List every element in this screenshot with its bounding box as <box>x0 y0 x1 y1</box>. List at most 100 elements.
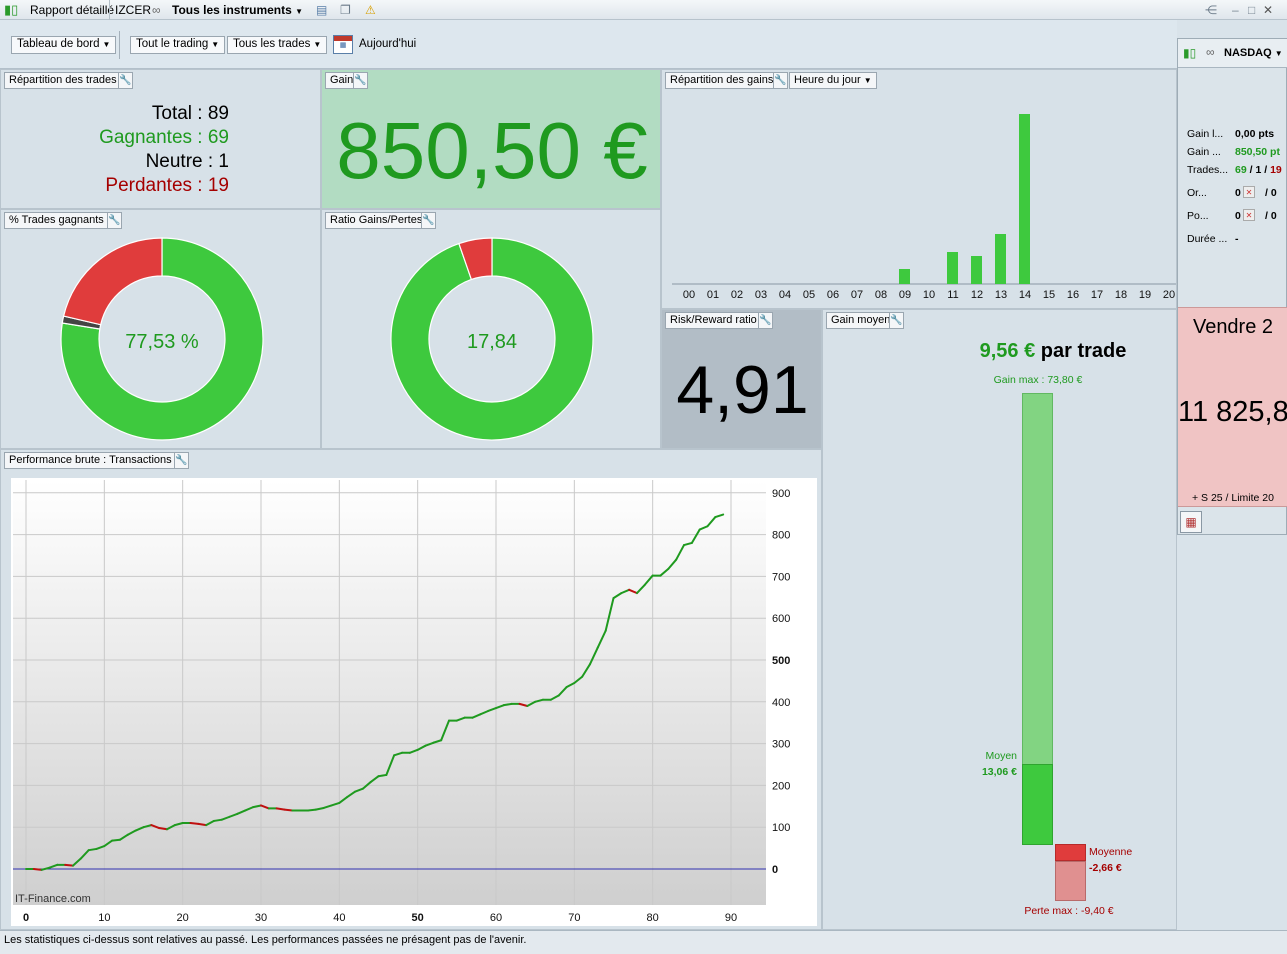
hour-tick-label: 20 <box>1163 289 1175 301</box>
stat-row: Or... 0 ✕ / 0 <box>1187 186 1287 210</box>
equity-segment <box>283 808 294 812</box>
x-tick-label: 60 <box>490 912 502 924</box>
performance-chart: 0 10 20 30 40 50 60 70 80 90010020030040050060070… <box>11 478 817 926</box>
grid-icon[interactable]: ▦ <box>1180 511 1202 533</box>
chart-icon[interactable]: ▤ <box>316 3 327 17</box>
equity-segment <box>213 818 223 822</box>
neutral-trades: Neutre : 1 <box>145 151 229 172</box>
sell-title: Vendre 2 <box>1192 316 1274 338</box>
equity-segment <box>87 847 98 852</box>
x-tick-label: 40 <box>333 912 345 924</box>
x-tick-label: 80 <box>647 912 659 924</box>
dashboard-dropdown[interactable]: Tableau de bord ▼ <box>11 36 117 54</box>
watermark: IT-Finance.com <box>15 893 91 905</box>
y-tick-label: 0 <box>772 864 778 876</box>
hour-bar-14 <box>1019 114 1030 284</box>
average-gain-panel: Gain moyen 🔧 9,56 € par trade Gain max :… <box>822 309 1177 930</box>
x-tick-label: 50 <box>412 912 424 924</box>
hour-tick-label: 12 <box>971 289 983 301</box>
equity-segment <box>64 863 74 867</box>
wrench-icon[interactable]: 🔧 <box>353 72 368 89</box>
risk-reward-value: 4,91 <box>676 352 809 428</box>
equity-segment <box>158 827 168 831</box>
link-icon[interactable]: ∞ <box>152 3 161 17</box>
hourly-gains-chart: 00 01 02 03 04 05 06 07 08 09 10 11 12 13 14 15 16 17 18 19… <box>672 114 1176 301</box>
win-rate-donut: 77,53 % <box>60 237 264 441</box>
trades-dropdown[interactable]: Tous les trades ▼ <box>227 36 328 54</box>
performance-panel: Performance brute : Transactions 🔧 0 10 20… <box>0 449 822 930</box>
stat-value: 69 / 1 / 19 <box>1235 164 1282 176</box>
hour-bar-12 <box>971 256 982 284</box>
link-icon[interactable]: ∞ <box>1206 45 1215 59</box>
equity-segment <box>275 807 286 811</box>
equity-segment <box>197 822 208 827</box>
hour-tick-label: 04 <box>779 289 791 301</box>
instrument-side-panel: ▮▯ ∞ NASDAQ ▼ Gain l... 0,00 pts Gain ... 8… <box>1177 38 1287 535</box>
hour-tick-label: 06 <box>827 289 839 301</box>
instrument-stats: Gain l... 0,00 pts Gain ... 850,50 pt Trades… <box>1187 128 1287 256</box>
gain-max-label: Gain max : 73,80 € <box>993 374 1083 386</box>
gain-max-bar <box>1022 393 1053 765</box>
disclaimer-text: Les statistiques ci-dessus sont relative… <box>4 934 527 946</box>
avg-loss-value: -2,66 € <box>1089 862 1122 874</box>
gain-value: 850,50 € <box>336 106 648 195</box>
stat-row: Durée ... - <box>1187 233 1287 256</box>
sell-footer: + S 25 / Limite 20 <box>1191 492 1274 504</box>
today-button[interactable]: Aujourd'hui <box>359 38 416 50</box>
hour-tick-label: 16 <box>1067 289 1079 301</box>
sell-button[interactable]: Vendre 2 11 825,8 + S 25 / Limite 20 <box>1178 307 1287 507</box>
warning-icon[interactable]: ⚠ <box>365 3 376 17</box>
maximize-icon[interactable]: □ <box>1248 3 1255 17</box>
x-tick-label: 70 <box>568 912 580 924</box>
winning-trades: Gagnantes : 69 <box>99 127 229 148</box>
y-tick-label: 700 <box>772 571 790 583</box>
stat-label: Durée ... <box>1187 233 1228 245</box>
stat-value-secondary: / 0 <box>1265 187 1277 199</box>
stat-label: Gain ... <box>1187 146 1221 158</box>
hour-tick-label: 14 <box>1019 289 1031 301</box>
close-icon[interactable]: ✕ <box>1243 186 1255 198</box>
stat-value: 0,00 pts <box>1235 128 1275 140</box>
trades-distribution-panel: Répartition des trades 🔧 Total : 89 Gagn… <box>0 69 321 209</box>
wrench-icon[interactable]: 🔧 <box>118 72 133 89</box>
x-tick-label: 90 <box>725 912 737 924</box>
hour-tick-label: 11 <box>947 289 958 301</box>
instrument-selector[interactable]: NASDAQ ▼ <box>1224 47 1283 59</box>
hour-tick-label: 19 <box>1139 289 1151 301</box>
x-tick-label: 30 <box>255 912 267 924</box>
report-tab[interactable]: Rapport détaillé <box>30 3 114 17</box>
gain-loss-donut: 17,84 <box>390 237 594 441</box>
avg-win-bar <box>1022 764 1053 845</box>
hour-tick-label: 13 <box>995 289 1007 301</box>
share-icon[interactable]: ⋲ <box>1205 3 1217 17</box>
calendar-icon[interactable]: ▦ <box>333 35 353 54</box>
x-tick-label: 0 <box>23 912 29 924</box>
candlestick-icon[interactable]: ▮▯ <box>4 2 18 18</box>
y-tick-label: 800 <box>772 530 790 542</box>
minimize-icon[interactable]: – <box>1232 3 1239 17</box>
panel-title: Risk/Reward ratio <box>665 312 762 329</box>
wrench-icon[interactable]: 🔧 <box>889 312 904 329</box>
donut-slice-losers <box>62 237 163 326</box>
hour-tick-label: 15 <box>1043 289 1055 301</box>
y-tick-label: 500 <box>772 655 790 667</box>
equity-segment <box>189 822 200 825</box>
close-icon[interactable]: ✕ <box>1263 3 1273 17</box>
stat-label: Or... <box>1187 187 1207 199</box>
risk-reward-panel: Risk/Reward ratio 🔧 4,91 <box>661 309 822 449</box>
panel-title: Gain moyen <box>826 312 896 329</box>
candlestick-icon[interactable]: ▮▯ <box>1183 46 1196 60</box>
gain-loss-ratio-panel: Ratio Gains/Pertes 🔧 17,84 <box>321 209 661 449</box>
wrench-icon[interactable]: 🔧 <box>758 312 773 329</box>
hour-tick-label: 03 <box>755 289 767 301</box>
hour-bar-11 <box>947 252 958 284</box>
instruments-selector[interactable]: Tous les instruments ▼ <box>172 3 303 17</box>
stat-value: 850,50 pt <box>1235 146 1280 158</box>
y-tick-label: 900 <box>772 488 790 500</box>
y-tick-label: 300 <box>772 739 790 751</box>
trading-dropdown[interactable]: Tout le trading ▼ <box>130 36 226 54</box>
close-icon[interactable]: ✕ <box>1243 209 1255 221</box>
hour-tick-label: 02 <box>731 289 743 301</box>
account-label[interactable]: IZCER <box>115 3 151 17</box>
document-icon[interactable]: ❐ <box>340 3 351 17</box>
